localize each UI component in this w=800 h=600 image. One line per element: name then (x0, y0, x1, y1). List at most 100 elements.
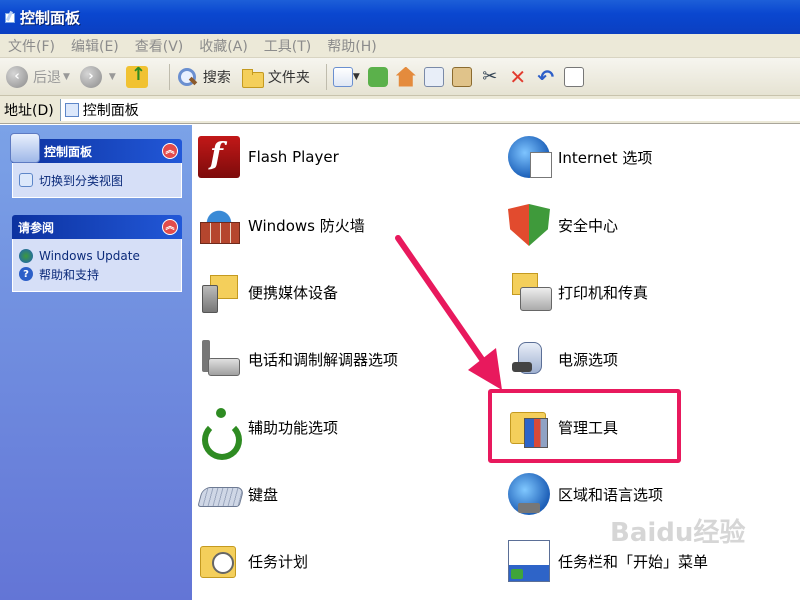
accessibility-icon (198, 406, 242, 460)
see-also-panel: 请参阅 ︽ Windows Update ? 帮助和支持 (12, 215, 182, 292)
up-button[interactable] (125, 64, 153, 88)
item-label: 键盘 (248, 485, 279, 504)
item-label: 电话和调制解调器选项 (248, 350, 399, 369)
back-button[interactable]: ‹ 后退 ▼ (6, 65, 70, 88)
menu-bar: 文件(F) 编辑(E) 查看(V) 收藏(A) 工具(T) 帮助(H) (0, 34, 800, 58)
item-label: 便携媒体设备 (248, 283, 339, 302)
folder-up-icon (125, 64, 148, 88)
forward-arrow-icon: › (79, 65, 102, 88)
forward-button[interactable]: › ▼ (79, 65, 116, 88)
menu-edit[interactable]: 编辑(E) (71, 36, 119, 56)
item-label: 区域和语言选项 (558, 485, 664, 504)
item-power-options[interactable]: 电源选项 (508, 335, 618, 383)
windows-update-icon (19, 249, 33, 263)
views-icon[interactable] (332, 66, 353, 87)
title-bar: 控制面板 (0, 0, 800, 34)
menu-view[interactable]: 查看(V) (135, 36, 184, 56)
annotation-arrow-shaft (395, 235, 491, 371)
item-label: 安全中心 (558, 216, 619, 235)
collapse-chevron-icon[interactable]: ︽ (162, 219, 178, 235)
item-label: 打印机和传真 (558, 283, 649, 302)
item-label: 辅助功能选项 (248, 418, 339, 437)
link-label: 帮助和支持 (39, 267, 100, 282)
item-flash-player[interactable]: Flash Player (198, 133, 339, 181)
see-also-header[interactable]: 请参阅 ︽ (12, 215, 182, 239)
highlight-box (488, 389, 681, 463)
item-label: 电源选项 (558, 350, 619, 369)
undo-icon[interactable]: ↶ (536, 67, 556, 87)
back-dropdown-icon[interactable]: ▼ (63, 72, 70, 82)
collapse-chevron-icon[interactable]: ︽ (162, 143, 178, 159)
cut-icon[interactable]: ✂ (480, 66, 500, 87)
back-arrow-icon: ‹ (6, 65, 28, 88)
window-title: 控制面板 (20, 8, 81, 27)
item-label: 任务计划 (248, 552, 309, 571)
toolbar: ‹ 后退 ▼ › ▼ 搜索 文件夹 ▼ ✂ ✕ ↶ (0, 58, 800, 96)
control-panel-tasks-header[interactable]: 控制面板 ︽ (10, 133, 182, 163)
item-label: Internet 选项 (558, 148, 653, 167)
address-bar: 地址(D) 控制面板 (0, 96, 800, 124)
properties-icon[interactable] (563, 66, 584, 87)
folder-icon (241, 66, 264, 88)
control-panel-tasks-body: 切换到分类视图 (12, 163, 182, 198)
item-printers-and-faxes[interactable]: 打印机和传真 (508, 268, 648, 316)
views-dropdown-icon[interactable]: ▼ (353, 72, 360, 82)
item-label: 任务栏和「开始」菜单 (558, 552, 709, 571)
flash-player-icon (198, 136, 240, 178)
delete-icon[interactable]: ✕ (508, 67, 528, 87)
control-panel-icon (4, 11, 16, 23)
item-phone-modem[interactable]: 电话和调制解调器选项 (198, 335, 398, 383)
menu-file[interactable]: 文件(F) (8, 36, 55, 56)
control-panel-tasks: 控制面板 ︽ 切换到分类视图 (10, 133, 182, 198)
paste-icon[interactable] (451, 66, 472, 87)
toolbar-separator (168, 63, 170, 90)
switch-to-category-view-link[interactable]: 切换到分类视图 (19, 171, 175, 189)
search-button[interactable]: 搜索 (176, 66, 231, 88)
phone-modem-icon (198, 338, 240, 380)
back-button-label: 后退 (33, 69, 61, 86)
annotation-arrow (395, 235, 502, 390)
home-icon[interactable] (395, 66, 416, 87)
menu-help[interactable]: 帮助(H) (327, 36, 376, 56)
switch-view-icon (19, 173, 33, 187)
panel-title: 请参阅 (18, 220, 55, 235)
item-keyboard[interactable]: 键盘 (198, 470, 278, 518)
address-label: 地址(D) (4, 102, 54, 119)
control-panel-icon (10, 133, 40, 163)
keyboard-icon (198, 473, 240, 515)
taskbar-icon (508, 540, 550, 582)
address-field[interactable]: 控制面板 (59, 98, 800, 121)
regional-globe-icon (508, 473, 550, 515)
item-regional-language[interactable]: 区域和语言选项 (508, 470, 663, 518)
windows-update-link[interactable]: Windows Update (19, 247, 175, 265)
help-and-support-link[interactable]: ? 帮助和支持 (19, 265, 175, 283)
item-windows-firewall[interactable]: Windows 防火墙 (198, 201, 365, 249)
task-pane: 控制面板 ︽ 切换到分类视图 请参阅 ︽ Windows Update ? 帮助… (0, 125, 192, 600)
item-internet-options[interactable]: Internet 选项 (508, 133, 652, 181)
link-label: 切换到分类视图 (39, 173, 124, 188)
menu-tools[interactable]: 工具(T) (264, 36, 311, 56)
item-accessibility-options[interactable]: 辅助功能选项 (198, 403, 339, 460)
item-label: Flash Player (248, 148, 339, 166)
folders-button[interactable]: 文件夹 (241, 66, 310, 88)
firewall-icon (198, 204, 240, 246)
item-scheduled-tasks[interactable]: 任务计划 (198, 537, 308, 585)
refresh-icon[interactable] (367, 66, 388, 87)
toolbar-separator (325, 63, 327, 90)
panel-title: 控制面板 (44, 144, 93, 159)
address-value: 控制面板 (82, 102, 139, 119)
folders-button-label: 文件夹 (267, 69, 310, 86)
item-portable-media-devices[interactable]: 便携媒体设备 (198, 268, 338, 316)
forward-dropdown-icon[interactable]: ▼ (109, 72, 116, 82)
menu-favorites[interactable]: 收藏(A) (199, 36, 248, 56)
see-also-body: Windows Update ? 帮助和支持 (12, 239, 182, 292)
baidu-watermark: Baidu经验 (610, 518, 746, 548)
help-icon: ? (19, 267, 33, 281)
item-label: Windows 防火墙 (248, 216, 365, 235)
item-security-center[interactable]: 安全中心 (508, 201, 618, 249)
internet-options-icon (508, 136, 552, 178)
portable-media-icon (198, 271, 240, 313)
control-panel-icon (64, 102, 79, 117)
search-icon (176, 66, 198, 88)
copy-icon[interactable] (423, 66, 444, 87)
